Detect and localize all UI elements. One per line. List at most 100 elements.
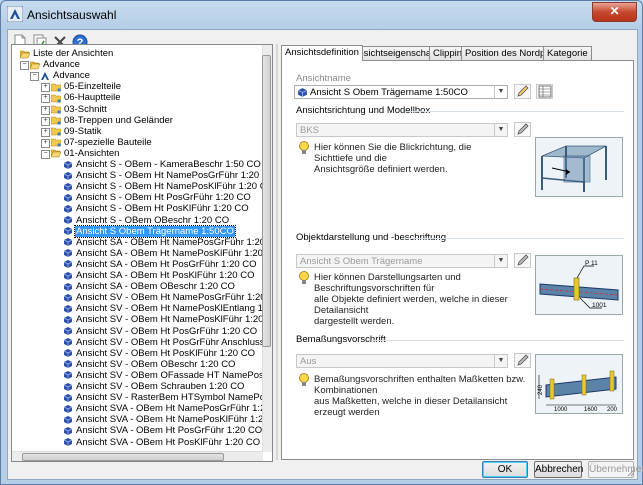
tab-ansichtsdefinition[interactable]: Ansichtsdefinition [281, 45, 363, 61]
tree-item-label: 09-Statik [64, 125, 102, 137]
expand-toggle[interactable]: + [41, 94, 50, 104]
tree-scroll-thumb[interactable] [262, 55, 271, 347]
resize-grip-icon[interactable] [627, 469, 635, 477]
tree-item[interactable]: Advance [42, 59, 81, 70]
cancel-button[interactable]: Abbrechen [534, 461, 583, 478]
tree-item[interactable]: Ansicht S Obem Trägername 1:50CO [74, 224, 236, 238]
direction-combo[interactable]: BKS ▼ [296, 123, 508, 137]
edit-labeling-button[interactable] [514, 253, 531, 268]
tree-item[interactable]: Advance [52, 70, 91, 81]
view-icon [63, 426, 73, 436]
tree-item-label: Ansicht SV - OBem Ht NamePosKlFühr 1:20 … [76, 314, 273, 326]
tree-item[interactable]: Ansicht SA - OBem OBeschr 1:20 CO [75, 281, 236, 292]
tree-item-label: Ansicht SVA - OBem Ht PosKlFühr 1:20 CO [76, 436, 261, 448]
close-button[interactable]: ✕ [592, 2, 637, 22]
direction-value: BKS [300, 125, 320, 136]
tree-item-label: Ansicht SV - OBem OBeschr 1:20 CO [76, 358, 236, 370]
tree-item[interactable]: 05-Einzelteile [63, 81, 122, 92]
view-icon [63, 193, 73, 203]
tree-item-label: Ansicht SV - OBem OFassade HT NamePosKlF… [76, 369, 272, 381]
view-icon [63, 393, 73, 403]
view-icon [63, 304, 73, 314]
chevron-down-icon[interactable]: ▼ [494, 86, 507, 98]
lightbulb-icon [299, 373, 309, 386]
tree-item[interactable]: Ansicht SV - OBem Ht NamePosKlEntlang 1:… [75, 303, 272, 314]
view-icon [63, 237, 73, 247]
lightbulb-icon [299, 271, 309, 284]
tree-item[interactable]: 07-spezielle Bauteile [63, 137, 153, 148]
tree-item-label: Ansicht SA - OBem Ht NamePosGrFühr 1:20 … [76, 236, 273, 248]
dimension-separator [372, 340, 624, 341]
tree-item-label: 07-spezielle Bauteile [64, 136, 152, 148]
tree-item[interactable]: Ansicht SVA - OBem Ht PosGrFühr 1:20 CO [75, 425, 263, 436]
dimension-value: Aus [300, 356, 317, 367]
expand-toggle[interactable]: + [41, 105, 50, 115]
labeling-info: Hier können Darstellungsarten und Beschr… [314, 272, 508, 327]
tree-item-label: Ansicht S - OBem Ht PosKlFühr 1:20 CO [76, 203, 249, 215]
view-name-combo[interactable]: Ansicht S Obem Trägername 1:50CO ▼ [294, 85, 508, 99]
tree-item[interactable]: Ansicht SA - OBem Ht NamePosKlFühr 1:20 … [75, 248, 272, 259]
tree-item-label: Ansicht SV - OBem Ht PosKlFühr 1:20 CO [76, 347, 255, 359]
tree-item[interactable]: Ansicht S - OBem - KameraBeschr 1:50 CO [75, 159, 262, 170]
tree-item[interactable]: Liste der Ansichten [32, 48, 114, 59]
tree-item[interactable]: Ansicht S - OBem Ht NamePosKlFühr 1:20 C… [75, 181, 272, 192]
tree-item[interactable]: 01-Ansichten [63, 148, 120, 159]
properties-button[interactable] [536, 84, 553, 99]
tab-kategorie[interactable]: Kategorie [543, 46, 592, 60]
tree-item[interactable]: 08-Treppen und Geländer [63, 115, 174, 126]
expand-toggle[interactable]: + [41, 83, 50, 93]
folder-icon [50, 82, 62, 92]
view-icon [63, 160, 73, 170]
tree-item[interactable]: Ansicht SA - OBem Ht PosGrFühr 1:20 CO [75, 259, 258, 270]
tree-item[interactable]: Ansicht SV - OBem Ht PosKlFühr 1:20 CO [75, 348, 256, 359]
view-tree[interactable]: Liste der Ansichten − Advance − Advance +05-E… [11, 44, 273, 462]
collapse-toggle[interactable]: − [41, 149, 50, 159]
pane-splitter[interactable] [276, 44, 278, 460]
collapse-toggle[interactable]: − [30, 72, 39, 82]
labeling-combo[interactable]: Ansicht S Obem Trägername ▼ [296, 254, 508, 268]
folder-icon [50, 115, 62, 125]
tree-item[interactable]: Ansicht SA - OBem Ht PosKlFühr 1:20 CO [75, 270, 255, 281]
tree-item[interactable]: Ansicht S - OBem Ht PosGrFühr 1:20 CO [75, 192, 252, 203]
tree-vertical-scrollbar[interactable] [262, 45, 272, 452]
tree-horizontal-scrollbar[interactable] [12, 451, 263, 461]
tree-item[interactable]: Ansicht SV - OBem OFassade HT NamePosKlF… [75, 369, 272, 381]
tree-item[interactable]: Ansicht S - OBem OBeschr 1:20 CO [75, 215, 230, 226]
collapse-toggle[interactable]: − [20, 61, 29, 71]
tree-item[interactable]: 03-Schnitt [63, 104, 108, 115]
tree-item[interactable]: Ansicht SV - RasterBem HTSymbol NamePosK… [75, 392, 272, 403]
chevron-down-icon[interactable]: ▼ [494, 355, 507, 367]
tree-item[interactable]: Ansicht SVA - OBem Ht NamePosKlFühr 1:20… [75, 414, 272, 425]
tree-item[interactable]: Ansicht SVA - OBem Ht PosKlFühr 1:20 CO [75, 437, 261, 448]
tree-item-label: Ansicht S Obem Trägername 1:50CO [74, 224, 236, 238]
folder-open-icon [50, 148, 62, 158]
tree-item[interactable]: Ansicht SV - OBem OBeschr 1:20 CO [75, 359, 236, 370]
tree-hscroll-thumb[interactable] [22, 453, 224, 461]
tree-item[interactable]: Ansicht SA - OBem Ht NamePosGrFühr 1:20 … [75, 236, 273, 248]
expand-toggle[interactable]: + [41, 116, 50, 126]
chevron-down-icon[interactable]: ▼ [494, 124, 507, 136]
edit-direction-button[interactable] [514, 122, 531, 137]
edit-name-button[interactable] [514, 84, 531, 99]
tree-item[interactable]: Ansicht SV - OBem Schrauben 1:20 CO [75, 381, 245, 392]
tree-item[interactable]: 06-Hauptteile [63, 92, 122, 103]
tree-item[interactable]: Ansicht SVA - OBem Ht NamePosGrFühr 1:20… [75, 403, 272, 414]
tree-item[interactable]: Ansicht SV - OBem Ht NamePosKlFühr 1:20 … [75, 314, 273, 326]
tree-item[interactable]: Ansicht SV - OBem Ht NamePosGrFühr 1:20 … [75, 292, 272, 303]
tree-item[interactable]: Ansicht S - OBem Ht PosKlFühr 1:20 CO [75, 203, 250, 214]
tree-item[interactable]: 09-Statik [63, 126, 103, 137]
tree-item-label: 03-Schnitt [64, 103, 107, 115]
edit-dimension-button[interactable] [514, 353, 531, 368]
expand-toggle[interactable]: + [41, 127, 50, 137]
chevron-down-icon[interactable]: ▼ [494, 255, 507, 267]
tree-item-label: 05-Einzelteile [64, 81, 122, 93]
tree-item[interactable]: Ansicht SV - OBem Ht PosGrFühr Anschluss… [75, 337, 272, 348]
title-bar[interactable]: Ansichtsauswahl ✕ [1, 1, 642, 29]
dimension-combo[interactable]: Aus ▼ [296, 354, 508, 368]
tree-item[interactable]: Ansicht S - OBem Ht NamePosGrFühr 1:20 C… [75, 170, 272, 181]
tree-item-label: Ansicht SA - OBem OBeschr 1:20 CO [76, 281, 235, 293]
folder-icon [50, 93, 62, 103]
expand-toggle[interactable]: + [41, 138, 50, 148]
tree-item[interactable]: Ansicht SV - OBem Ht PosGrFühr 1:20 CO [75, 326, 258, 337]
ok-button[interactable]: OK [482, 461, 528, 478]
